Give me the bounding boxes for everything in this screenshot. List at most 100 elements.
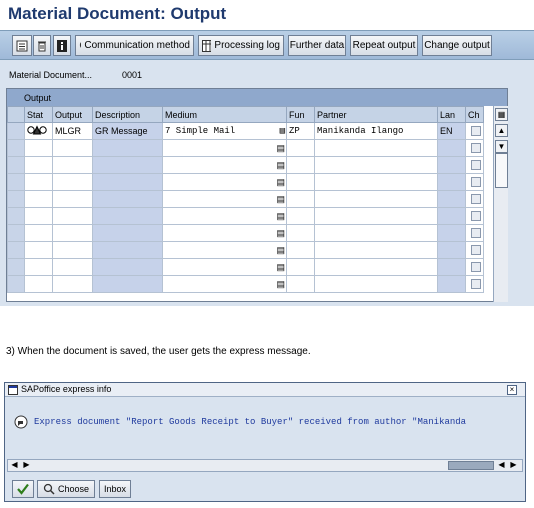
value-help-icon[interactable]: ▤ <box>276 143 285 154</box>
lan-cell[interactable] <box>437 241 466 259</box>
col-header-medium[interactable]: Medium <box>162 106 287 123</box>
lan-cell[interactable] <box>437 258 466 276</box>
output-cell[interactable] <box>52 241 93 259</box>
col-header-lan[interactable]: Lan <box>437 106 466 123</box>
table-row[interactable]: ▤ <box>7 156 484 174</box>
lan-cell[interactable] <box>437 207 466 225</box>
lan-cell[interactable] <box>437 275 466 293</box>
fun-cell[interactable]: ZP <box>286 122 315 140</box>
row-selector[interactable] <box>7 241 25 259</box>
value-help-icon[interactable]: ▤ <box>276 194 285 205</box>
table-row[interactable]: ▤ <box>7 139 484 157</box>
table-row[interactable]: ▤ <box>7 275 484 293</box>
partner-cell[interactable] <box>314 275 438 293</box>
partner-cell[interactable] <box>314 190 438 208</box>
value-help-icon[interactable]: ▤ <box>276 177 285 188</box>
partner-cell[interactable] <box>314 156 438 174</box>
fun-cell[interactable] <box>286 258 315 276</box>
value-help-icon[interactable]: ▤ <box>276 160 285 171</box>
row-selector[interactable] <box>7 156 25 174</box>
lan-cell[interactable]: EN <box>437 122 466 140</box>
scroll-thumb[interactable] <box>495 153 508 188</box>
row-selector[interactable] <box>7 258 25 276</box>
table-row[interactable]: ▤ <box>7 241 484 259</box>
medium-cell[interactable]: ▤ <box>162 275 287 293</box>
ch-cell[interactable] <box>465 207 484 225</box>
output-cell[interactable]: MLGR <box>52 122 93 140</box>
value-help-icon[interactable]: ▤ <box>276 262 285 273</box>
scroll-left-icon[interactable]: ◀ <box>9 460 20 471</box>
value-help-icon[interactable]: ▤ <box>276 245 285 256</box>
lan-cell[interactable] <box>437 224 466 242</box>
column-settings-icon[interactable]: ▦ <box>495 108 508 121</box>
row-selector[interactable] <box>7 190 25 208</box>
row-selector[interactable] <box>7 122 25 140</box>
medium-cell[interactable]: ▤ <box>162 241 287 259</box>
communication-method-button[interactable]: Communication method <box>75 35 194 56</box>
output-cell[interactable] <box>52 173 93 191</box>
choose-button[interactable]: Choose <box>37 480 95 498</box>
medium-cell[interactable]: ▤ <box>162 224 287 242</box>
row-selector[interactable] <box>7 139 25 157</box>
col-header-stat[interactable]: Stat <box>24 106 53 123</box>
partner-cell[interactable]: Manikanda Ilango <box>314 122 438 140</box>
change-checkbox[interactable] <box>470 177 481 188</box>
col-header-output[interactable]: Output <box>52 106 93 123</box>
change-checkbox[interactable] <box>470 262 481 273</box>
fun-cell[interactable] <box>286 139 315 157</box>
table-row[interactable]: ▤ <box>7 190 484 208</box>
dialog-horizontal-scrollbar[interactable]: ◀ ▶ ◀ ▶ <box>7 459 523 472</box>
fun-cell[interactable] <box>286 156 315 174</box>
further-data-button[interactable]: Further data <box>288 35 346 56</box>
scroll-thumb[interactable] <box>448 461 494 470</box>
inbox-button[interactable]: Inbox <box>99 480 131 498</box>
medium-cell[interactable]: ▤ <box>162 139 287 157</box>
scroll-left-icon[interactable]: ◀ <box>496 460 507 471</box>
output-cell[interactable] <box>52 190 93 208</box>
value-help-icon[interactable]: ▤ <box>276 211 285 222</box>
fun-cell[interactable] <box>286 207 315 225</box>
row-selector[interactable] <box>7 224 25 242</box>
ch-cell[interactable] <box>465 122 484 140</box>
change-checkbox[interactable] <box>470 126 481 137</box>
table-row[interactable]: ▤ <box>7 173 484 191</box>
change-checkbox[interactable] <box>470 194 481 205</box>
medium-cell[interactable]: ▤ <box>162 173 287 191</box>
col-header-fun[interactable]: Fun <box>286 106 315 123</box>
output-cell[interactable] <box>52 224 93 242</box>
ch-cell[interactable] <box>465 139 484 157</box>
fun-cell[interactable] <box>286 275 315 293</box>
fun-cell[interactable] <box>286 224 315 242</box>
medium-cell[interactable]: ▤ <box>162 258 287 276</box>
output-cell[interactable] <box>52 275 93 293</box>
change-checkbox[interactable] <box>470 211 481 222</box>
ch-cell[interactable] <box>465 275 484 293</box>
value-help-icon[interactable]: ▤ <box>276 279 285 290</box>
output-cell[interactable] <box>52 258 93 276</box>
row-selector[interactable] <box>7 207 25 225</box>
table-vertical-scrollbar[interactable]: ▦ ▲ ▼ <box>493 106 508 302</box>
lan-cell[interactable] <box>437 139 466 157</box>
scroll-down-icon[interactable]: ▼ <box>495 140 508 153</box>
ch-cell[interactable] <box>465 241 484 259</box>
table-row[interactable]: ▤ <box>7 207 484 225</box>
medium-cell[interactable]: ▤ <box>162 156 287 174</box>
partner-cell[interactable] <box>314 224 438 242</box>
medium-cell[interactable]: 7 Simple Mail ▤ <box>162 122 287 140</box>
medium-cell[interactable]: ▤ <box>162 190 287 208</box>
medium-cell[interactable]: ▤ <box>162 207 287 225</box>
output-cell[interactable] <box>52 207 93 225</box>
table-row[interactable]: MLGR GR Message 7 Simple Mail ▤ ZP Manika… <box>7 122 484 140</box>
table-row[interactable]: ▤ <box>7 224 484 242</box>
repeat-output-button[interactable]: Repeat output <box>350 35 418 56</box>
details-button[interactable] <box>12 35 32 56</box>
partner-cell[interactable] <box>314 241 438 259</box>
fun-cell[interactable] <box>286 173 315 191</box>
change-output-button[interactable]: Change output <box>422 35 492 56</box>
change-checkbox[interactable] <box>470 160 481 171</box>
confirm-button[interactable] <box>12 480 34 498</box>
row-selector[interactable] <box>7 275 25 293</box>
change-checkbox[interactable] <box>470 228 481 239</box>
table-row[interactable]: ▤ <box>7 258 484 276</box>
scroll-right-icon[interactable]: ▶ <box>508 460 519 471</box>
